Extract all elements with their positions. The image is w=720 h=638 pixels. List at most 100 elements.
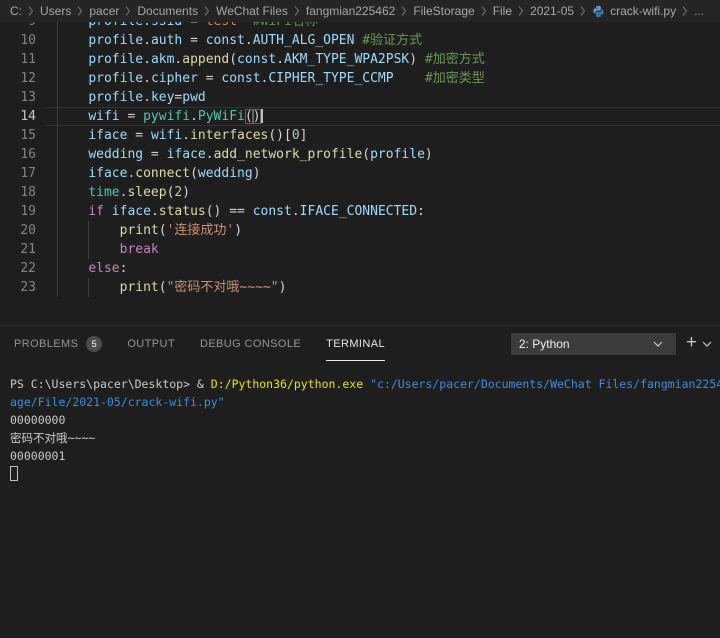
- chevron-right-icon: [681, 6, 689, 16]
- panel-tab-debug-console[interactable]: DEBUG CONSOLE: [200, 326, 301, 361]
- code-token: () ==: [206, 204, 253, 219]
- panel-tab-output[interactable]: OUTPUT: [127, 326, 175, 361]
- code-token: print: [120, 280, 159, 295]
- code-text: profile.akm.append(const.AKM_TYPE_WPA2PS…: [57, 50, 485, 69]
- code-token: test: [206, 22, 237, 29]
- code-line[interactable]: 11 profile.akm.append(const.AKM_TYPE_WPA…: [0, 50, 720, 69]
- code-token: const: [221, 71, 260, 86]
- code-token: wedding: [198, 166, 253, 181]
- code-token: status: [159, 204, 206, 219]
- breadcrumb-item[interactable]: Documents: [137, 4, 198, 18]
- code-token: append: [182, 52, 229, 67]
- code-text: iface = wifi.interfaces()[0]: [57, 126, 308, 145]
- code-line[interactable]: 15 iface = wifi.interfaces()[0]: [0, 126, 720, 145]
- code-line[interactable]: 10 profile.auth = const.AUTH_ALG_OPEN #验…: [0, 31, 720, 50]
- breadcrumb-item[interactable]: fangmian225462: [306, 4, 395, 18]
- code-token: :: [417, 204, 425, 219]
- code-token: [57, 204, 88, 219]
- code-line[interactable]: 14 wifi = pywifi.PyWiFi(): [0, 107, 720, 126]
- code-token: profile: [370, 147, 425, 162]
- code-text: print('连接成功'): [57, 221, 242, 240]
- code-text: wedding = iface.add_network_profile(prof…: [57, 145, 433, 164]
- line-number: 15: [0, 126, 36, 145]
- code-line[interactable]: 18 time.sleep(2): [0, 183, 720, 202]
- breadcrumb-item[interactable]: pacer: [89, 4, 119, 18]
- breadcrumb-item[interactable]: Users: [40, 4, 71, 18]
- code-text: profile.cipher = const.CIPHER_TYPE_CCMP …: [57, 69, 485, 88]
- code-token: const: [206, 33, 245, 48]
- breadcrumb-item[interactable]: File: [493, 4, 512, 18]
- chevron-right-icon: [27, 6, 35, 16]
- code-token: else: [88, 261, 119, 276]
- code-token: [394, 71, 425, 86]
- panel-tab-label: DEBUG CONSOLE: [200, 338, 301, 350]
- code-line[interactable]: 20 print('连接成功'): [0, 221, 720, 240]
- panel-tab-label: PROBLEMS: [14, 338, 78, 350]
- panel-tab-label: OUTPUT: [127, 338, 175, 350]
- code-token: [57, 71, 88, 86]
- terminal-line: 00000000: [10, 411, 720, 429]
- line-number: 11: [0, 50, 36, 69]
- panel-tab-terminal[interactable]: TERMINAL: [326, 326, 385, 361]
- breadcrumb-item[interactable]: 2021-05: [530, 4, 574, 18]
- chevron-right-icon: [579, 6, 587, 16]
- terminal-select[interactable]: 2: Python: [511, 333, 676, 355]
- panel-actions: 2: Python +: [511, 332, 717, 356]
- terminal-line: 00000001: [10, 447, 720, 465]
- breadcrumb-item[interactable]: ...: [694, 4, 704, 18]
- bottom-panel: PROBLEMS5 OUTPUT DEBUG CONSOLE TERMINAL 2: …: [0, 325, 720, 638]
- code-token: cipher: [151, 71, 198, 86]
- terminal-text: 密码不对哦~~~~: [10, 431, 95, 445]
- code-line[interactable]: 21 break: [0, 240, 720, 259]
- code-token: .: [143, 22, 151, 29]
- line-number: 21: [0, 240, 36, 259]
- code-line[interactable]: 22 else:: [0, 259, 720, 278]
- line-number: 14: [0, 107, 36, 126]
- code-line[interactable]: 19 if iface.status() == const.IFACE_CONN…: [0, 202, 720, 221]
- code-token: .: [143, 90, 151, 105]
- code-token: auth: [151, 33, 182, 48]
- breadcrumb-item[interactable]: C:: [10, 4, 22, 18]
- breadcrumb-item[interactable]: FileStorage: [413, 4, 474, 18]
- line-number: 20: [0, 221, 36, 240]
- code-token: =: [198, 71, 221, 86]
- panel-tab-problems[interactable]: PROBLEMS5: [14, 326, 102, 361]
- code-token: interfaces: [190, 128, 268, 143]
- code-line[interactable]: 23 print("密码不对哦~~~~"): [0, 278, 720, 297]
- code-token: ]: [300, 128, 308, 143]
- terminal-output[interactable]: PS C:\Users\pacer\Desktop> & D:/Python36…: [10, 375, 720, 638]
- code-token: const: [253, 204, 292, 219]
- code-token: wedding: [88, 147, 143, 162]
- breadcrumb-item[interactable]: crack-wifi.py: [610, 4, 676, 18]
- code-line[interactable]: 13 profile.key=pwd: [0, 88, 720, 107]
- terminal-more-chevron-icon[interactable]: [702, 341, 712, 347]
- code-token: [57, 261, 88, 276]
- code-line[interactable]: 12 profile.cipher = const.CIPHER_TYPE_CC…: [0, 69, 720, 88]
- terminal-text: "c:/Users/pacer/Documents/WeChat Files/f…: [370, 377, 720, 391]
- line-number: 18: [0, 183, 36, 202]
- code-line[interactable]: 17 iface.connect(wedding): [0, 164, 720, 183]
- panel-header: PROBLEMS5 OUTPUT DEBUG CONSOLE TERMINAL 2: …: [0, 326, 720, 361]
- chevron-right-icon: [293, 6, 301, 16]
- code-token: .: [190, 109, 198, 124]
- new-terminal-button[interactable]: +: [686, 332, 697, 354]
- breadcrumb-item[interactable]: WeChat Files: [216, 4, 288, 18]
- terminal-line: age/File/2021-05/crack-wifi.py": [10, 393, 720, 411]
- panel-tabs: PROBLEMS5 OUTPUT DEBUG CONSOLE TERMINAL: [14, 326, 410, 361]
- code-token: .: [143, 33, 151, 48]
- code-token: [57, 128, 88, 143]
- editor-code[interactable]: 9 profile.ssid = test #WiFi名称10 profile.…: [0, 22, 720, 325]
- code-token: .: [143, 71, 151, 86]
- code-token: =: [127, 128, 150, 143]
- code-line[interactable]: 16 wedding = iface.add_network_profile(p…: [0, 145, 720, 164]
- code-token: connect: [135, 166, 190, 181]
- matched-bracket: ): [253, 109, 261, 124]
- code-token: (: [190, 166, 198, 181]
- code-token: pwd: [182, 90, 205, 105]
- chevron-right-icon: [517, 6, 525, 16]
- code-token: ): [182, 185, 190, 200]
- code-token: =: [182, 33, 205, 48]
- chevron-right-icon: [203, 6, 211, 16]
- terminal-line: 密码不对哦~~~~: [10, 429, 720, 447]
- code-line[interactable]: 9 profile.ssid = test #WiFi名称: [0, 22, 720, 31]
